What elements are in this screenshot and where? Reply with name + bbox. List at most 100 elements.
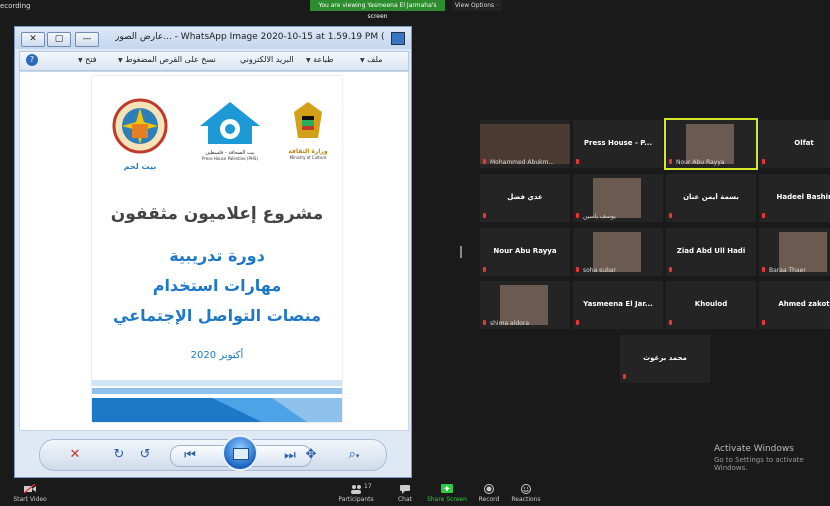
muted-mic-icon: [482, 159, 488, 166]
slideshow-button[interactable]: [222, 435, 258, 471]
activate-windows-title: Activate Windows: [714, 444, 794, 454]
share-screen-icon: [441, 484, 453, 493]
bethlehem-logo: بيت لحم: [104, 98, 176, 171]
slideshow-icon: [233, 448, 249, 460]
muted-mic-icon: [668, 159, 674, 166]
minimize-icon: —: [82, 34, 92, 44]
participant-tile[interactable]: محمد برغوث: [620, 335, 710, 383]
course-date: أكتوبر 2020: [190, 350, 244, 361]
ministry-of-culture-logo: وزارة الثقافة Ministry of Culture: [282, 98, 334, 168]
participant-caption: Mohammed Abukm...: [490, 159, 555, 166]
participant-tile[interactable]: Ziad Abd Ull Hadi: [666, 228, 756, 276]
participant-tile[interactable]: shima aldora: [480, 281, 570, 329]
muted-mic-icon: [761, 213, 767, 220]
muted-mic-icon: [575, 159, 581, 166]
start-video-button[interactable]: Start Video: [10, 484, 50, 503]
help-icon[interactable]: ?: [26, 54, 38, 66]
displayed-image: بيت لحم بيت الصحافة - فلسطين Press House…: [92, 76, 342, 422]
participant-tile[interactable]: Yasmeena El Jar...: [573, 281, 663, 329]
view-options-label: View Options: [454, 2, 495, 9]
chevron-down-icon: ▼: [118, 57, 123, 64]
participant-tile[interactable]: يوسف ياسين: [573, 174, 663, 222]
recording-label: ecording: [0, 2, 31, 10]
participant-video: [593, 178, 641, 218]
participant-caption: Nour Abu Rayya: [676, 159, 725, 166]
participant-tile[interactable]: Nour Abu Rayya: [480, 228, 570, 276]
menu-print-label: طباعة: [313, 55, 334, 64]
participant-tile[interactable]: عدي فضل: [480, 174, 570, 222]
share-screen-button[interactable]: Share Screen: [426, 484, 468, 503]
participant-name: Hadeel Bashir: [776, 193, 830, 201]
menu-email-label: البريد الالكتروني: [240, 55, 294, 64]
next-icon[interactable]: ⏭: [281, 447, 299, 465]
ministry-caption: وزارة الثقافة: [288, 148, 328, 155]
participants-label: Participants: [338, 496, 374, 503]
previous-icon[interactable]: ⏮: [181, 447, 199, 465]
chevron-down-icon: ▼: [78, 57, 83, 64]
reactions-button[interactable]: Reactions: [510, 484, 542, 503]
close-icon: ✕: [29, 34, 37, 44]
maximize-button[interactable]: ▢: [47, 32, 71, 47]
gallery-divider-handle[interactable]: [460, 246, 462, 258]
muted-mic-icon: [575, 213, 581, 220]
bethlehem-logo-caption: بيت لحم: [123, 162, 157, 171]
participant-name: محمد برغوث: [643, 354, 687, 362]
minimize-button[interactable]: —: [75, 32, 99, 47]
chat-label: Chat: [397, 496, 413, 503]
participant-name: Yasmeena El Jar...: [583, 300, 653, 308]
participant-name: Press House - P...: [583, 139, 653, 147]
participant-name: عدي فضل: [507, 193, 543, 201]
reactions-icon: [521, 484, 531, 494]
participant-tile[interactable]: Ahmed zakot: [759, 281, 830, 329]
window-title-bar[interactable]: ✕ ▢ — عارض الصور... - WhatsApp Image 202…: [15, 27, 411, 49]
menu-email[interactable]: البريد الالكتروني: [240, 55, 294, 64]
participant-tile[interactable]: Khoulod: [666, 281, 756, 329]
photo-viewer-icon: [391, 32, 405, 45]
participant-tile[interactable]: Press House - P...: [573, 120, 663, 168]
muted-mic-icon: [482, 267, 488, 274]
course-line-3: منصات التواصل الإجتماعي: [112, 306, 322, 325]
participant-video: [686, 124, 734, 164]
participant-name: بسمة أيمن عنان: [683, 193, 739, 201]
zoom-icon[interactable]: ⌕▾: [340, 446, 368, 464]
menu-open[interactable]: ▼ فتح: [78, 55, 97, 64]
press-house-logo: بيت الصحافة - فلسطين Press House Palesti…: [196, 98, 264, 168]
photo-viewer-window: ✕ ▢ — عارض الصور... - WhatsApp Image 202…: [14, 26, 412, 478]
participant-tile[interactable]: Hadeel Bashir: [759, 174, 830, 222]
close-button[interactable]: ✕: [21, 32, 45, 47]
participant-tile[interactable]: Baraa Thaer: [759, 228, 830, 276]
image-canvas: بيت لحم بيت الصحافة - فلسطين Press House…: [19, 71, 409, 431]
rotate-clockwise-icon[interactable]: ↻: [110, 446, 128, 464]
record-button[interactable]: Record: [476, 484, 502, 503]
activate-windows-subtitle: Go to Settings to activate Windows.: [714, 456, 804, 472]
participants-count: 17: [364, 483, 372, 490]
view-options-button[interactable]: View Options ▾: [452, 0, 502, 11]
participant-tile[interactable]: soha subar: [573, 228, 663, 276]
menu-print[interactable]: ▼ طباعة: [306, 55, 333, 64]
viewing-screen-banner: You are viewing Yasmeena El Jarmaha's sc…: [310, 0, 445, 20]
participant-caption: soha subar: [583, 267, 617, 274]
participant-caption: يوسف ياسين: [583, 213, 616, 220]
decorative-stripe: [92, 376, 342, 422]
participant-caption: Baraa Thaer: [769, 267, 806, 274]
reactions-label: Reactions: [511, 496, 541, 503]
course-line-1: دورة تدريبية: [169, 246, 265, 265]
viewer-toolbar: ✕ ↻ ↺ ⏮ ⏭ ✥ ⌕▾: [39, 435, 387, 471]
rotate-counterclockwise-icon[interactable]: ↺: [136, 446, 154, 464]
chat-button[interactable]: Chat: [392, 484, 418, 503]
participant-tile[interactable]: Mohammed Abukm...: [480, 120, 570, 168]
actual-size-icon[interactable]: ✥: [302, 446, 320, 464]
participant-tile[interactable]: Nour Abu Rayya: [664, 118, 758, 170]
participant-tile[interactable]: بسمة أيمن عنان: [666, 174, 756, 222]
muted-mic-icon: [482, 213, 488, 220]
participant-name: Ahmed zakot: [778, 300, 830, 308]
muted-mic-icon: [761, 267, 767, 274]
record-icon: [484, 484, 494, 494]
menu-burn[interactable]: ▼ نسخ على القرص المضغوط: [118, 55, 216, 64]
muted-mic-icon: [622, 374, 628, 381]
participant-tile[interactable]: Olfat: [759, 120, 830, 168]
menu-file[interactable]: ▼ ملف: [360, 55, 382, 64]
participant-name: Olfat: [794, 139, 814, 147]
delete-icon[interactable]: ✕: [66, 446, 84, 464]
chevron-down-icon: ▼: [360, 57, 365, 64]
